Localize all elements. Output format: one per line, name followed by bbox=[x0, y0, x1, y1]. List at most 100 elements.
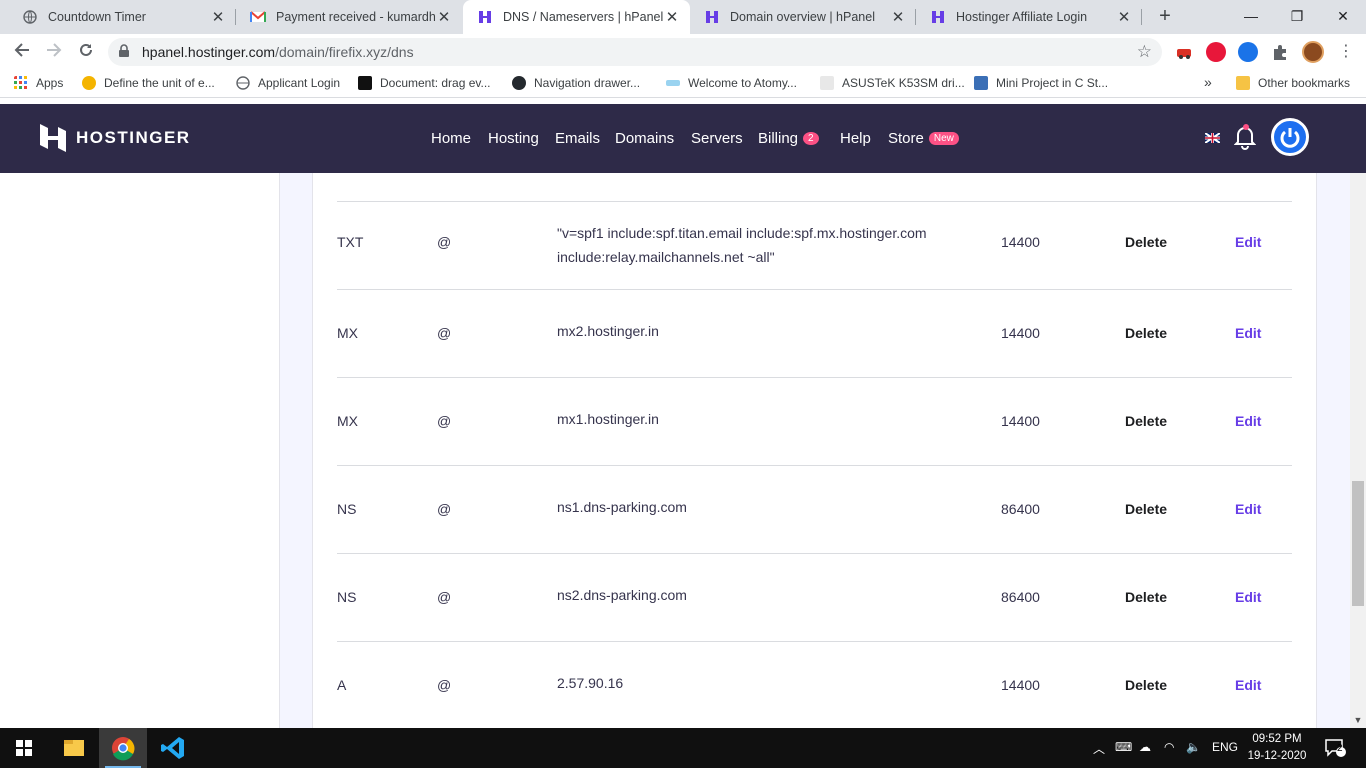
extension-icon[interactable] bbox=[1174, 42, 1194, 62]
edit-button[interactable]: Edit bbox=[1235, 234, 1261, 250]
hostinger-header: HOSTINGER Home Hosting Emails Domains Se… bbox=[0, 104, 1366, 173]
nav-domains[interactable]: Domains bbox=[615, 130, 674, 147]
bookmark-mini-project[interactable]: Mini Project in C St... bbox=[974, 76, 1108, 90]
reload-button[interactable] bbox=[74, 40, 98, 64]
chrome-taskbar-button[interactable] bbox=[99, 728, 147, 768]
nav-billing[interactable]: Billing 2 bbox=[758, 130, 819, 147]
wifi-icon[interactable]: ◠ bbox=[1164, 740, 1174, 754]
bookmark-applicant-login[interactable]: Applicant Login bbox=[236, 76, 340, 90]
edit-button[interactable]: Edit bbox=[1235, 677, 1261, 693]
tab-gmail[interactable]: Payment received - kumardhira ✕ bbox=[236, 0, 462, 34]
document-icon bbox=[358, 76, 372, 90]
nav-servers[interactable]: Servers bbox=[691, 130, 743, 147]
delete-button[interactable]: Delete bbox=[1125, 677, 1167, 693]
tab-countdown-timer[interactable]: Countdown Timer ✕ bbox=[8, 0, 236, 34]
scrollbar-thumb[interactable] bbox=[1352, 481, 1364, 606]
close-window-button[interactable]: ✕ bbox=[1320, 0, 1366, 34]
chevron-up-icon[interactable]: ︿ bbox=[1093, 740, 1105, 757]
record-ttl: 86400 bbox=[1001, 501, 1040, 517]
tab-title: Domain overview | hPanel bbox=[730, 10, 875, 24]
bookmarks-bar: Apps Define the unit of e... Applicant L… bbox=[0, 70, 1366, 98]
scroll-down-arrow[interactable]: ▼ bbox=[1350, 712, 1366, 728]
close-icon[interactable]: ✕ bbox=[1116, 8, 1132, 26]
minimize-button[interactable]: — bbox=[1228, 0, 1274, 34]
uk-flag-icon[interactable] bbox=[1205, 133, 1220, 143]
bookmark-star-icon[interactable]: ☆ bbox=[1137, 42, 1152, 62]
dns-record-row: NS @ ns1.dns-parking.com 86400 Delete Edit bbox=[337, 465, 1292, 553]
close-icon[interactable]: ✕ bbox=[890, 8, 906, 26]
apps-grid-icon bbox=[14, 76, 27, 89]
nav-home[interactable]: Home bbox=[431, 130, 471, 147]
record-name: @ bbox=[437, 589, 452, 605]
language-indicator[interactable]: ENG bbox=[1212, 740, 1238, 754]
edit-button[interactable]: Edit bbox=[1235, 589, 1261, 605]
bookmark-other[interactable]: Other bookmarks bbox=[1236, 76, 1350, 90]
tab-dns-nameservers[interactable]: DNS / Nameservers | hPanel ✕ bbox=[463, 0, 690, 34]
asus-icon bbox=[820, 76, 834, 90]
delete-button[interactable]: Delete bbox=[1125, 413, 1167, 429]
edit-button[interactable]: Edit bbox=[1235, 325, 1261, 341]
back-button[interactable] bbox=[10, 40, 34, 64]
page-scrollbar[interactable] bbox=[1350, 173, 1366, 728]
bookmark-label: Welcome to Atomy... bbox=[688, 76, 797, 90]
windows-logo-icon bbox=[16, 740, 32, 756]
close-icon[interactable]: ✕ bbox=[436, 8, 452, 26]
bell-icon[interactable] bbox=[1234, 124, 1256, 150]
record-type: A bbox=[337, 677, 347, 693]
bookmark-document-drag[interactable]: Document: drag ev... bbox=[358, 76, 491, 90]
dns-record-row: MX @ mx2.hostinger.in 14400 Delete Edit bbox=[337, 289, 1292, 377]
hostinger-logo[interactable]: HOSTINGER bbox=[40, 124, 191, 152]
user-menu-button[interactable] bbox=[1271, 118, 1309, 156]
delete-button[interactable]: Delete bbox=[1125, 501, 1167, 517]
bookmark-label: ASUSTeK K53SM dri... bbox=[842, 76, 965, 90]
more-bookmarks-button[interactable]: » bbox=[1204, 74, 1212, 90]
bookmark-atomy[interactable]: Welcome to Atomy... bbox=[666, 76, 797, 90]
hostinger-icon bbox=[704, 9, 720, 25]
new-tab-button[interactable]: + bbox=[1153, 5, 1177, 29]
bookmark-define-unit[interactable]: Define the unit of e... bbox=[82, 76, 215, 90]
nav-store[interactable]: Store New bbox=[888, 130, 959, 147]
tab-domain-overview[interactable]: Domain overview | hPanel ✕ bbox=[690, 0, 916, 34]
network-adapter-icon[interactable]: ⌨ bbox=[1115, 740, 1132, 754]
record-type: NS bbox=[337, 501, 357, 517]
notification-count: 2 bbox=[1337, 743, 1343, 754]
volume-icon[interactable]: 🔈 bbox=[1186, 740, 1201, 754]
notification-center-button[interactable]: 2 bbox=[1324, 738, 1346, 761]
edit-button[interactable]: Edit bbox=[1235, 413, 1261, 429]
tab-affiliate-login[interactable]: Hostinger Affiliate Login ✕ bbox=[916, 0, 1142, 34]
vscode-taskbar-button[interactable] bbox=[149, 728, 197, 768]
record-content: mx2.hostinger.in bbox=[557, 323, 659, 339]
file-explorer-button[interactable] bbox=[50, 728, 98, 768]
delete-button[interactable]: Delete bbox=[1125, 589, 1167, 605]
bookmark-navigation-drawer[interactable]: Navigation drawer... bbox=[512, 76, 640, 90]
close-icon[interactable]: ✕ bbox=[210, 8, 226, 26]
tab-title: Countdown Timer bbox=[48, 10, 146, 24]
nav-emails[interactable]: Emails bbox=[555, 130, 600, 147]
edit-button[interactable]: Edit bbox=[1235, 501, 1261, 517]
extension-icon[interactable] bbox=[1238, 42, 1258, 62]
menu-kebab-icon[interactable]: ⋮ bbox=[1334, 40, 1358, 64]
nav-hosting[interactable]: Hosting bbox=[488, 130, 539, 147]
opera-icon[interactable] bbox=[1206, 42, 1226, 62]
delete-button[interactable]: Delete bbox=[1125, 325, 1167, 341]
nav-label: Store bbox=[888, 130, 924, 147]
bookmark-asus[interactable]: ASUSTeK K53SM dri... bbox=[820, 76, 965, 90]
taskbar-clock[interactable]: 09:52 PM 19-12-2020 bbox=[1246, 731, 1308, 765]
close-icon[interactable]: ✕ bbox=[664, 8, 680, 26]
nav-label: Help bbox=[840, 130, 871, 147]
nav-help[interactable]: Help bbox=[840, 130, 871, 147]
forward-button[interactable] bbox=[42, 40, 66, 64]
folder-icon bbox=[64, 740, 84, 756]
windows-start-button[interactable] bbox=[0, 728, 48, 768]
bookmark-apps[interactable]: Apps bbox=[14, 76, 63, 90]
cloud-icon[interactable]: ☁ bbox=[1139, 740, 1151, 754]
record-ttl: 86400 bbox=[1001, 589, 1040, 605]
record-content: mx1.hostinger.in bbox=[557, 411, 659, 427]
avatar[interactable] bbox=[1302, 41, 1324, 63]
puzzle-icon[interactable] bbox=[1270, 42, 1290, 62]
language-label: ENG bbox=[1212, 740, 1239, 754]
bookmark-label: Apps bbox=[36, 76, 64, 90]
address-bar[interactable]: hpanel.hostinger.com/domain/firefix.xyz/… bbox=[108, 38, 1162, 66]
delete-button[interactable]: Delete bbox=[1125, 234, 1167, 250]
restore-button[interactable]: ❐ bbox=[1274, 0, 1320, 34]
